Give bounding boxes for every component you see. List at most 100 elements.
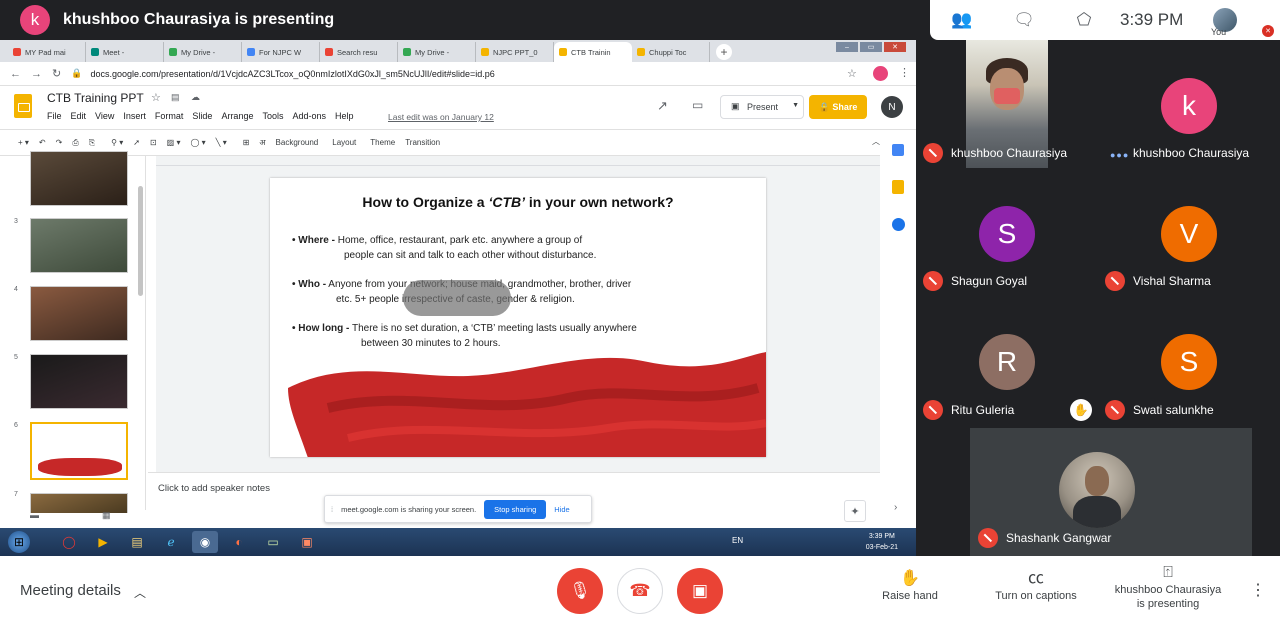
grid-view-icon[interactable]: ▦ (102, 510, 111, 521)
menu-insert[interactable]: Insert (123, 111, 146, 121)
background-button[interactable]: Background (276, 138, 319, 147)
browser-tab[interactable]: Search resu (320, 42, 398, 62)
menu-addons[interactable]: Add-ons (292, 111, 326, 121)
menu-format[interactable]: Format (155, 111, 184, 121)
stop-sharing-button[interactable]: Stop sharing (484, 499, 547, 519)
media-player-icon[interactable]: ▶ (90, 531, 116, 553)
folder-icon[interactable]: ▤ (171, 92, 180, 103)
forward-icon[interactable]: → (31, 68, 42, 80)
slide-thumbnail[interactable] (30, 493, 128, 513)
desktop-app-icon[interactable]: ▭ (260, 531, 286, 553)
presenting-status-button[interactable]: ⍐ khushboo Chaurasiya is presenting (1110, 565, 1226, 611)
chevron-down-icon[interactable]: ▼ (792, 102, 799, 109)
maximize-icon[interactable]: ▭ (860, 42, 882, 52)
activities-icon[interactable]: ⬠ (1070, 6, 1098, 34)
scrollbar[interactable] (138, 186, 143, 296)
firefox-icon[interactable]: ◐ (226, 531, 252, 553)
comments-icon[interactable]: ▭ (692, 98, 703, 112)
browser-tab[interactable]: MY Pad mai (8, 42, 86, 62)
opera-icon[interactable]: ◯ (56, 531, 82, 553)
meeting-details-button[interactable]: Meeting details (20, 582, 121, 599)
slide-thumbnail[interactable] (30, 354, 128, 409)
drag-handle-icon[interactable]: ⁞ (331, 505, 333, 514)
camera-toggle-button[interactable]: ▣ (677, 568, 723, 614)
raise-hand-button[interactable]: ✋ Raise hand (880, 571, 940, 603)
activity-trend-icon[interactable]: ↗ (657, 98, 668, 114)
slide-thumbnail[interactable] (30, 218, 128, 273)
layout-button[interactable]: Layout (332, 138, 356, 147)
share-button[interactable]: 🔒 Share (809, 95, 867, 119)
back-icon[interactable]: ← (10, 68, 21, 80)
cloud-icon[interactable]: ☁ (191, 92, 200, 103)
menu-slide[interactable]: Slide (192, 111, 212, 121)
menu-arrange[interactable]: Arrange (221, 111, 253, 121)
expand-side-panel-icon[interactable]: › (894, 502, 897, 513)
powerpoint-icon[interactable]: ▣ (294, 531, 320, 553)
taskbar-clock[interactable]: 3:39 PM 03-Feb-21 (866, 531, 898, 553)
calendar-icon[interactable] (892, 144, 904, 156)
slide-thumbnail-selected[interactable] (30, 422, 128, 480)
browser-tab[interactable]: NJPC PPT_0 (476, 42, 554, 62)
star-icon[interactable]: ☆ (151, 91, 161, 104)
more-options-icon[interactable]: ⋮ (1250, 580, 1266, 600)
paint-format-icon[interactable]: ⎘ (89, 138, 95, 148)
current-slide[interactable]: How to Organize a ‘CTB’ in your own netw… (270, 178, 766, 457)
theme-button[interactable]: Theme (370, 138, 395, 147)
comment-add-icon[interactable]: ⊞ (243, 138, 250, 147)
browser-menu-icon[interactable]: ⋮ (899, 66, 910, 79)
ie-icon[interactable]: ℯ (158, 531, 184, 553)
menu-file[interactable]: File (47, 111, 62, 121)
browser-tab[interactable]: For NJPC W (242, 42, 320, 62)
chat-icon[interactable]: 🗨 (1010, 6, 1038, 34)
collapse-chevron-icon[interactable]: ︿ (872, 136, 880, 147)
menu-edit[interactable]: Edit (71, 111, 87, 121)
bookmark-star-icon[interactable]: ☆ (847, 67, 857, 80)
doc-title[interactable]: CTB Training PPT (47, 91, 144, 105)
last-edit-link[interactable]: Last edit was on January 12 (388, 112, 494, 122)
slide-thumbnail[interactable] (30, 286, 128, 341)
browser-tab[interactable]: Meet - (86, 42, 164, 62)
people-icon[interactable]: 👥 (948, 6, 976, 34)
zoom-icon[interactable]: ⚲ ▾ (111, 138, 123, 147)
chevron-up-icon[interactable]: ︿ (134, 584, 146, 601)
line-icon[interactable]: ╲ ▾ (216, 138, 227, 147)
start-icon[interactable]: ⊞ (8, 531, 30, 553)
minimize-icon[interactable]: – (836, 42, 858, 52)
new-slide-icon[interactable]: + ▾ (18, 138, 29, 147)
explore-icon[interactable]: ✦ (844, 500, 866, 522)
language-indicator[interactable]: EN (732, 536, 743, 545)
account-avatar[interactable]: N (881, 96, 903, 118)
tasks-icon[interactable] (892, 218, 905, 231)
captions-button[interactable]: ㏄ Turn on captions (990, 571, 1082, 603)
menu-view[interactable]: View (95, 111, 114, 121)
menu-tools[interactable]: Tools (262, 111, 283, 121)
keep-icon[interactable] (892, 180, 904, 194)
print-icon[interactable]: ⎙ (72, 138, 78, 148)
browser-tab-active[interactable]: CTB Trainin (554, 42, 632, 62)
close-icon[interactable]: ✕ (884, 42, 906, 52)
present-button[interactable]: ▣ Present ▼ (720, 95, 804, 119)
shape-icon[interactable]: ◯ ▾ (190, 138, 205, 147)
speaker-notes-placeholder[interactable]: Click to add speaker notes (158, 483, 270, 494)
browser-tab[interactable]: My Drive - (164, 42, 242, 62)
browser-tab[interactable]: My Drive - (398, 42, 476, 62)
url-text[interactable]: docs.google.com/presentation/d/1VcjdcAZC… (90, 69, 494, 79)
undo-icon[interactable]: ↶ (39, 138, 46, 147)
mic-toggle-button[interactable]: 🎙 (557, 568, 603, 614)
list-view-icon[interactable]: ▬ (30, 510, 39, 520)
file-explorer-icon[interactable]: ▤ (124, 531, 150, 553)
hindi-input-icon[interactable]: अ (259, 137, 265, 148)
slide-thumbnail[interactable] (30, 151, 128, 206)
reload-icon[interactable]: ↻ (52, 67, 61, 80)
profile-icon[interactable] (873, 66, 888, 81)
textbox-icon[interactable]: ⊡ (150, 138, 157, 147)
redo-icon[interactable]: ↷ (56, 138, 63, 147)
new-tab-button[interactable]: + (716, 44, 732, 60)
browser-tab[interactable]: Chuppi Toc (632, 42, 710, 62)
slides-logo-icon[interactable] (14, 94, 32, 118)
menu-help[interactable]: Help (335, 111, 354, 121)
transition-button[interactable]: Transition (405, 138, 440, 147)
image-icon[interactable]: ▨ ▾ (167, 138, 181, 147)
chrome-icon[interactable]: ◉ (192, 531, 218, 553)
hide-button[interactable]: Hide (554, 505, 569, 514)
